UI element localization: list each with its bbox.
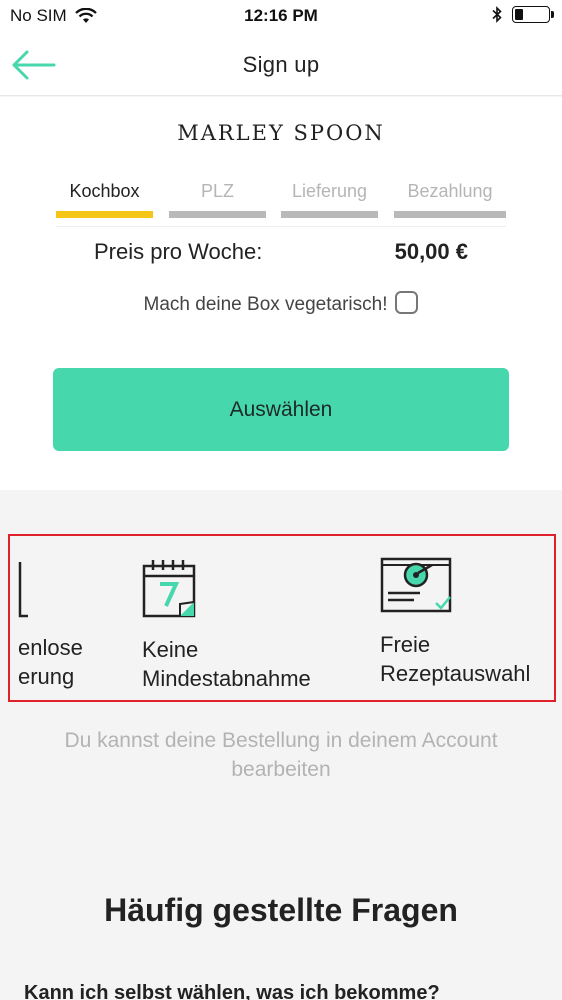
feature-free-recipes: Freie Rezeptauswahl <box>378 536 554 700</box>
step-progress-bar <box>394 211 506 218</box>
nav-bar: Sign up <box>0 34 562 96</box>
price-label: Preis pro Woche: <box>94 239 263 264</box>
step-label: PLZ <box>200 181 234 201</box>
page-title: Sign up <box>242 52 320 77</box>
feature-text: Keine Mindestabnahme <box>142 635 311 693</box>
feature-line-1: Keine <box>142 637 199 662</box>
info-text: Du kannst deine Bestellung in deinem Acc… <box>64 729 498 781</box>
signup-card: MARLEY SPOON Kochbox PLZ Lieferung Bezah… <box>0 97 562 490</box>
feature-line-2: Rezeptauswahl <box>380 661 531 686</box>
divider <box>56 226 506 227</box>
feature-text: Freie Rezeptauswahl <box>380 630 530 688</box>
features-strip: enlose erung Keine Mindestabnahme Freie … <box>8 534 556 702</box>
battery-icon <box>512 6 554 23</box>
step-kochbox[interactable]: Kochbox <box>56 181 153 218</box>
step-label: Lieferung <box>291 181 368 201</box>
calendar-7-icon <box>142 560 196 618</box>
step-plz[interactable]: PLZ <box>169 181 266 218</box>
step-label: Kochbox <box>69 181 140 201</box>
feature-delivery: enlose erung <box>10 536 90 700</box>
step-bezahlung[interactable]: Bezahlung <box>394 181 506 218</box>
feature-line-2: Mindestabnahme <box>142 666 311 691</box>
feature-no-minimum: Keine Mindestabnahme <box>142 536 352 700</box>
status-bar: No SIM 12:16 PM <box>0 0 562 34</box>
feature-text: enlose erung <box>18 633 83 691</box>
status-right <box>492 6 554 23</box>
step-progress-bar <box>169 211 266 218</box>
step-label: Bezahlung <box>407 181 493 201</box>
price-value: 50,00 € <box>394 239 468 264</box>
faq-question[interactable]: Kann ich selbst wählen, was ich bekomme? <box>24 982 440 1000</box>
feature-line-1: Freie <box>380 632 431 657</box>
bluetooth-icon <box>492 6 502 23</box>
step-progress-bar <box>281 211 378 218</box>
signup-steps: Kochbox PLZ Lieferung Bezahlung <box>56 181 506 221</box>
feature-line-1: enlose <box>18 635 83 660</box>
vegetarian-option: Mach deine Box vegetarisch! <box>0 291 562 316</box>
faq-title: Häufig gestellte Fragen <box>104 892 458 928</box>
brand-logo: MARLEY SPOON <box>177 121 385 145</box>
step-lieferung[interactable]: Lieferung <box>281 181 378 218</box>
step-progress-bar <box>56 211 153 218</box>
status-time: 12:16 PM <box>244 6 318 25</box>
battery-fill <box>515 9 523 20</box>
select-button[interactable]: Auswählen <box>53 368 509 451</box>
recipe-card-icon <box>380 557 452 613</box>
vegetarian-checkbox[interactable] <box>395 291 419 314</box>
delivery-icon <box>18 562 28 618</box>
vegetarian-label: Mach deine Box vegetarisch! <box>143 294 388 315</box>
feature-line-2: erung <box>18 664 75 689</box>
